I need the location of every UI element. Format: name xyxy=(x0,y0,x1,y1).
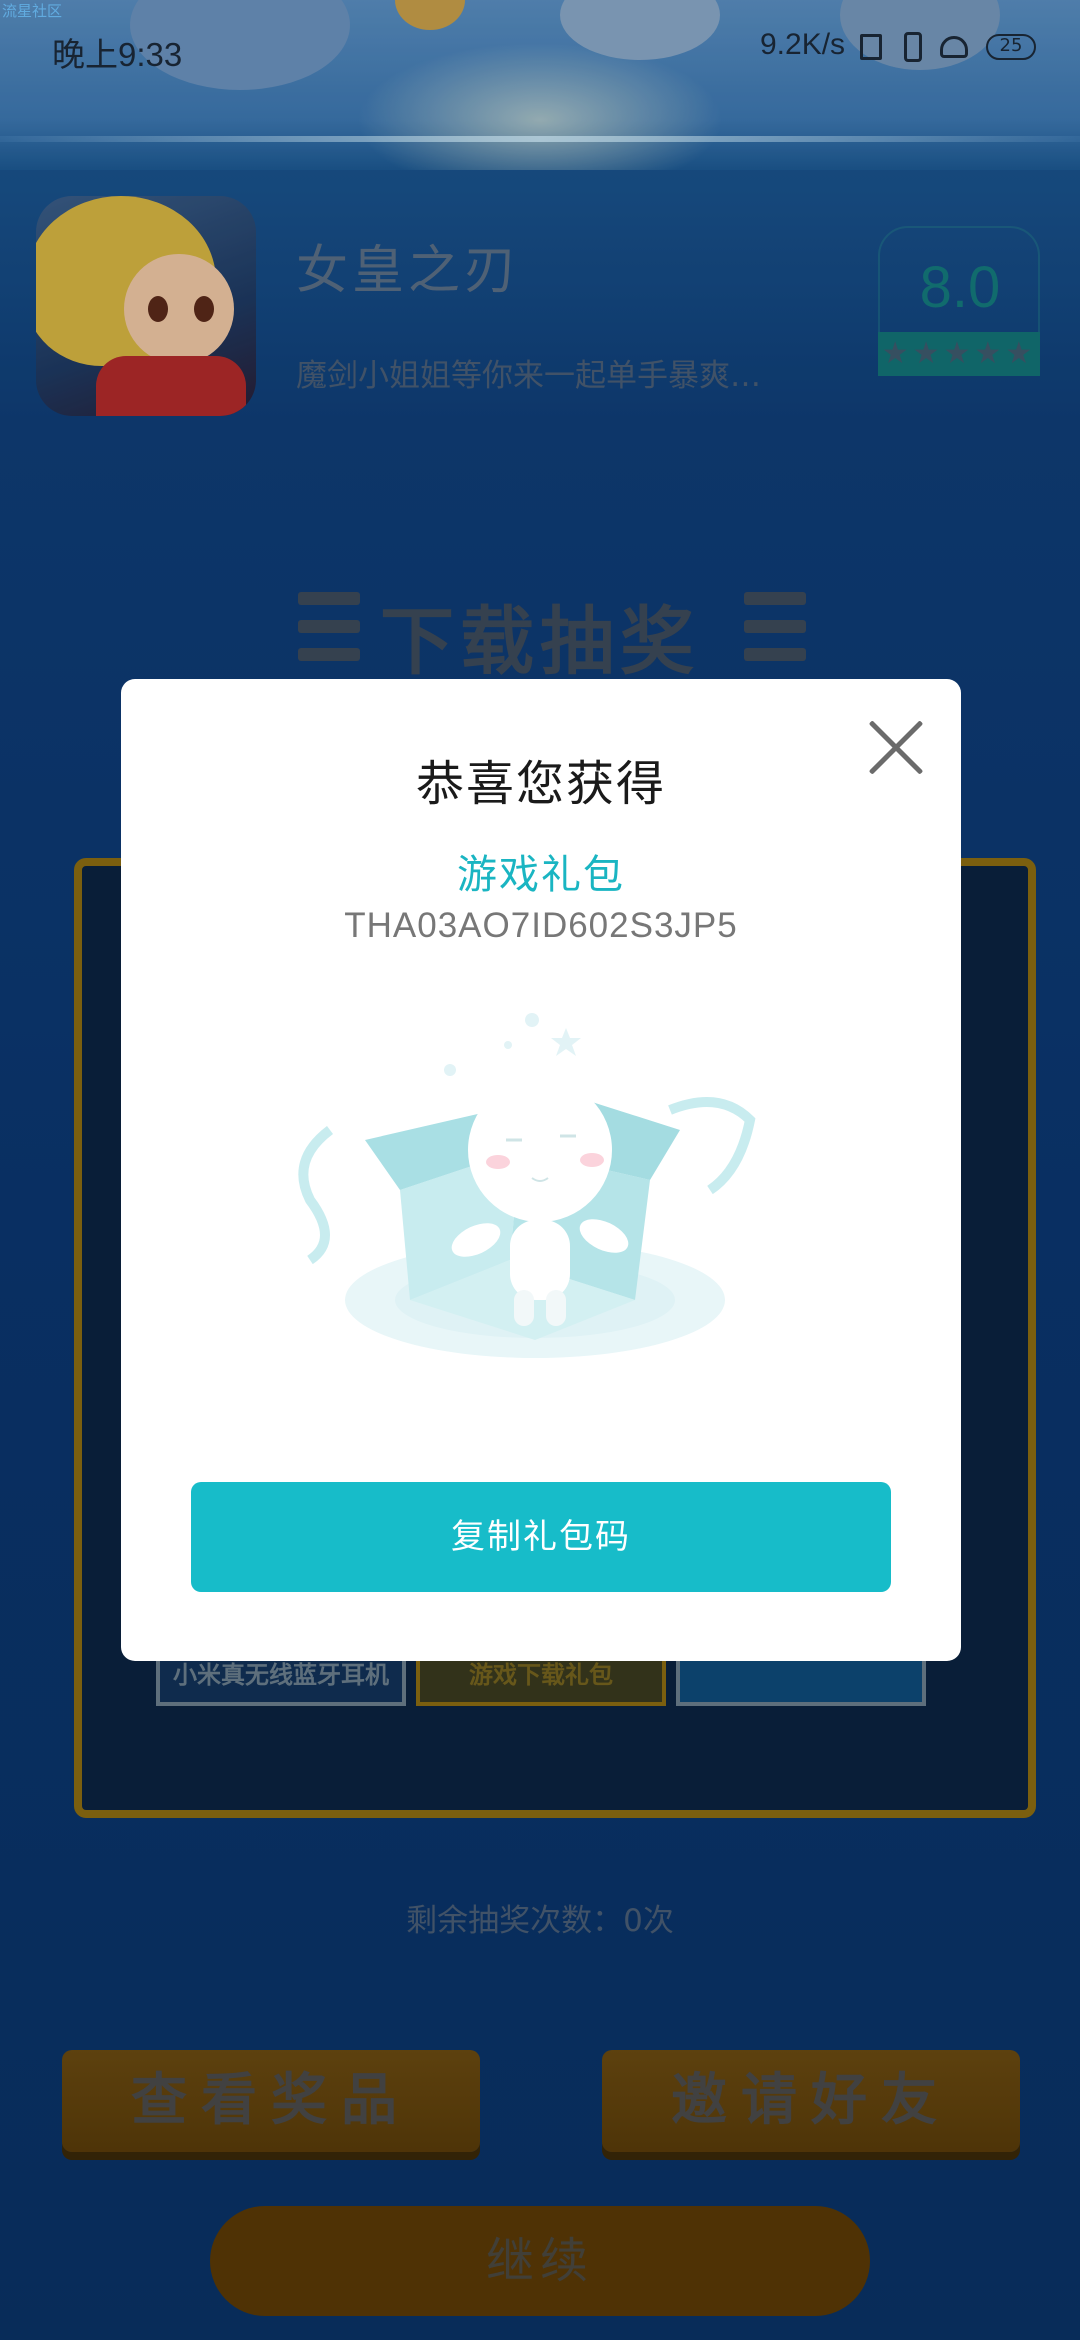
copy-gift-code-button[interactable]: 复制礼包码 xyxy=(191,1482,891,1592)
prize-name: 游戏礼包 xyxy=(457,852,625,898)
gift-code: THA03AO7ID602S3JP5 xyxy=(344,906,738,945)
dialog-title: 恭喜您获得 xyxy=(415,756,666,812)
gift-box-illustration xyxy=(298,1013,756,1358)
